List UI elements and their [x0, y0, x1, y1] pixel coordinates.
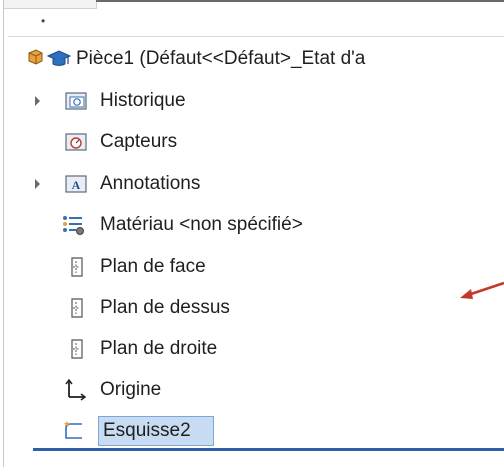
item-label: Annotations — [100, 173, 201, 194]
item-label: Plan de face — [100, 256, 206, 277]
part-icon — [28, 49, 43, 65]
item-label: Esquisse2 — [103, 420, 191, 441]
feature-manager-tree-panel: • Pièce1 (Défaut<<Défaut>_Etat d'a Histo… — [3, 0, 504, 467]
tree-item-plan-de-face[interactable]: Plan de face — [4, 252, 504, 282]
callout-arrow-icon — [460, 281, 504, 299]
root-label: Pièce1 (Défaut<<Défaut>_Etat d'a — [76, 48, 366, 69]
item-label: Plan de dessus — [100, 297, 230, 318]
panel-top-border — [96, 0, 504, 2]
tree-item-historique[interactable]: Historique — [4, 86, 504, 116]
item-label: Historique — [100, 90, 186, 111]
item-label: Capteurs — [100, 131, 178, 152]
origin-icon — [65, 379, 87, 401]
panel-top-strip — [4, 0, 97, 9]
tree-item-materiau[interactable]: Matériau <non spécifié> — [4, 210, 504, 240]
tree-root-part[interactable]: Pièce1 (Défaut<<Défaut>_Etat d'a — [4, 44, 504, 74]
tree-item-origine[interactable]: Origine — [4, 375, 504, 405]
plane-icon — [71, 298, 83, 318]
tree-item-esquisse2[interactable]: Esquisse2 — [4, 416, 504, 446]
svg-text:A: A — [72, 178, 81, 192]
item-label: Origine — [100, 379, 162, 400]
tree-item-plan-de-dessus[interactable]: Plan de dessus — [4, 293, 504, 323]
plane-icon — [71, 257, 83, 277]
tree-item-plan-de-droite[interactable]: Plan de droite — [4, 334, 504, 364]
sketch-icon — [64, 421, 82, 439]
annotations-folder-icon: A — [65, 175, 87, 193]
expand-arrow-icon[interactable] — [35, 179, 40, 189]
material-icon — [63, 216, 84, 235]
tree-item-annotations[interactable]: A Annotations — [4, 169, 504, 199]
tree-bottom-rule — [33, 448, 504, 451]
tree-item-capteurs[interactable]: Capteurs — [4, 127, 504, 157]
sensors-folder-icon — [65, 133, 87, 151]
display-state-icon — [46, 50, 72, 66]
tree-filter-row[interactable]: • — [8, 10, 504, 37]
item-label: Plan de droite — [100, 338, 218, 359]
expand-arrow-icon[interactable] — [35, 96, 40, 106]
history-folder-icon — [65, 92, 87, 110]
plane-icon — [71, 339, 83, 359]
filter-dot-icon: • — [41, 14, 46, 28]
item-label: Matériau <non spécifié> — [100, 214, 303, 235]
